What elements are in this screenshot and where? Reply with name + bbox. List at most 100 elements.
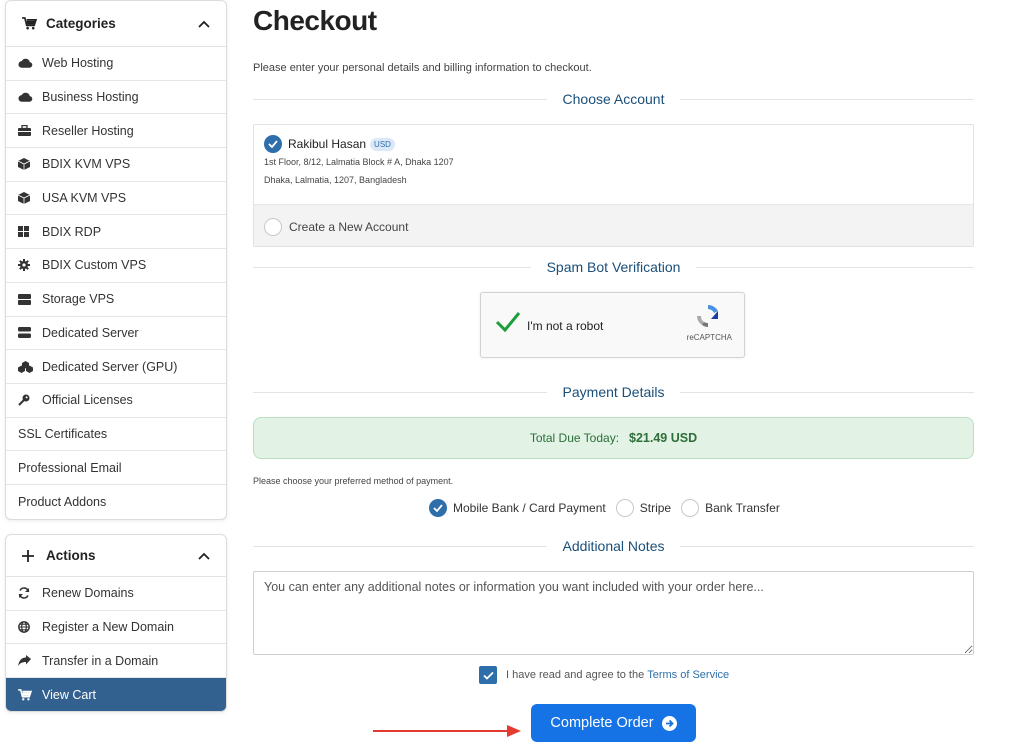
cube-icon: [18, 158, 38, 171]
additional-notes-input[interactable]: [253, 571, 974, 655]
tos-agreement: I have read and agree to the Terms of Se…: [479, 666, 729, 684]
actions-header[interactable]: Actions: [6, 535, 226, 577]
radio-unselected-icon[interactable]: [264, 217, 282, 236]
actions-panel: Actions Renew Domains Register a New Doma…: [5, 534, 227, 712]
tos-link[interactable]: Terms of Service: [647, 669, 729, 681]
payment-option-mobile-bank[interactable]: Mobile Bank / Card Payment: [429, 499, 606, 517]
cloud-icon: [18, 58, 38, 69]
sidebar-item-ssl-certificates[interactable]: SSL Certificates: [6, 418, 226, 452]
sidebar-item-label: SSL Certificates: [18, 426, 108, 441]
sidebar-item-label: Transfer in a Domain: [42, 653, 159, 668]
complete-order-label: Complete Order: [550, 715, 654, 731]
sidebar-item-dedicated-server-gpu[interactable]: Dedicated Server (GPU): [6, 350, 226, 384]
account-address-line2: Dhaka, Lalmatia, 1207, Bangladesh: [264, 175, 407, 185]
payment-option-label: Bank Transfer: [705, 501, 780, 515]
account-address-line1: 1st Floor, 8/12, Lalmatia Block # A, Dha…: [264, 157, 454, 167]
section-payment-details: Payment Details: [253, 382, 974, 402]
currency-badge: USD: [370, 137, 395, 151]
sidebar-item-label: Renew Domains: [42, 586, 134, 601]
cubes-icon: [18, 360, 38, 373]
sidebar-item-label: BDIX RDP: [42, 224, 102, 239]
recaptcha-widget[interactable]: I'm not a robot reCAPTCHA: [480, 292, 745, 358]
sidebar-item-usa-kvm-vps[interactable]: USA KVM VPS: [6, 182, 226, 216]
account-option-new[interactable]: Create a New Account: [254, 204, 973, 246]
sidebar-item-web-hosting[interactable]: Web Hosting: [6, 47, 226, 81]
sidebar-item-label: Official Licenses: [42, 393, 133, 408]
total-due-amount: $21.49 USD: [629, 431, 698, 445]
sidebar-item-label: Business Hosting: [42, 90, 139, 105]
tos-checkbox[interactable]: [479, 666, 497, 684]
radio-selected-icon[interactable]: [429, 499, 447, 517]
chevron-up-icon[interactable]: [198, 549, 210, 563]
categories-title: Categories: [46, 16, 116, 31]
sidebar-item-view-cart[interactable]: View Cart: [6, 678, 226, 711]
radio-unselected-icon[interactable]: [681, 499, 700, 517]
sidebar-item-bdix-kvm-vps[interactable]: BDIX KVM VPS: [6, 148, 226, 182]
sidebar-item-label: View Cart: [42, 687, 96, 702]
actions-title: Actions: [46, 548, 96, 563]
categories-panel: Categories Web Hosting Business Hosting Re…: [5, 0, 227, 520]
payment-option-label: Mobile Bank / Card Payment: [453, 501, 606, 515]
payment-option-label: Stripe: [639, 501, 672, 515]
radio-selected-icon[interactable]: [264, 135, 282, 153]
sidebar-item-label: Dedicated Server (GPU): [42, 359, 178, 374]
globe-icon: [18, 621, 38, 633]
sidebar-item-business-hosting[interactable]: Business Hosting: [6, 81, 226, 115]
total-due-banner: Total Due Today: $21.49 USD: [253, 417, 974, 459]
captcha-label: I'm not a robot: [527, 319, 604, 333]
sidebar-item-transfer-in-a-domain[interactable]: Transfer in a Domain: [6, 644, 226, 679]
radio-unselected-icon[interactable]: [615, 499, 634, 517]
sidebar-item-storage-vps[interactable]: Storage VPS: [6, 283, 226, 317]
sidebar-item-label: Professional Email: [18, 460, 122, 475]
sidebar-item-product-addons[interactable]: Product Addons: [6, 485, 226, 519]
windows-icon: [18, 226, 38, 238]
chevron-up-icon[interactable]: [198, 17, 210, 31]
sidebar-item-renew-domains[interactable]: Renew Domains: [6, 577, 226, 611]
account-chooser: Rakibul Hasan USD 1st Floor, 8/12, Lalma…: [253, 124, 974, 247]
sidebar-item-label: Storage VPS: [42, 292, 115, 307]
sidebar-item-label: Register a New Domain: [42, 620, 174, 635]
cube-icon: [18, 192, 38, 205]
cloud-icon: [18, 92, 38, 103]
payment-method-note: Please choose your preferred method of p…: [253, 476, 454, 486]
sidebar-item-reseller-hosting[interactable]: Reseller Hosting: [6, 114, 226, 149]
recaptcha-logo-icon: [694, 302, 722, 335]
payment-method-options: Mobile Bank / Card Payment Stripe Bank T…: [429, 499, 790, 517]
sidebar-item-label: BDIX Custom VPS: [42, 258, 147, 273]
red-pointer-arrow-icon: [373, 725, 521, 737]
arrow-right-circle-icon: [661, 715, 677, 731]
sidebar-item-label: USA KVM VPS: [42, 191, 127, 206]
total-due-label: Total Due Today:: [529, 431, 620, 445]
hdd-icon: [18, 327, 38, 339]
key-icon: [18, 394, 38, 406]
sidebar-item-label: Dedicated Server: [42, 325, 139, 340]
page-title: Checkout: [253, 5, 377, 36]
sidebar-item-bdix-rdp[interactable]: BDIX RDP: [6, 215, 226, 250]
complete-order-button[interactable]: Complete Order: [531, 704, 696, 742]
sidebar-item-label: Product Addons: [18, 494, 107, 509]
server-icon: [18, 293, 38, 305]
briefcase-icon: [18, 125, 38, 137]
payment-option-bank-transfer[interactable]: Bank Transfer: [681, 499, 780, 517]
sidebar-item-register-a-new-domain[interactable]: Register a New Domain: [6, 611, 226, 645]
new-account-label: Create a New Account: [289, 219, 409, 234]
plus-icon: [22, 549, 40, 562]
share-icon: [18, 655, 38, 667]
sidebar-item-official-licenses[interactable]: Official Licenses: [6, 384, 226, 418]
sidebar-item-dedicated-server[interactable]: Dedicated Server: [6, 317, 226, 351]
categories-header[interactable]: Categories: [6, 1, 226, 47]
account-option-existing[interactable]: Rakibul Hasan USD 1st Floor, 8/12, Lalma…: [254, 125, 973, 204]
account-name: Rakibul Hasan: [288, 137, 367, 151]
checkmark-icon[interactable]: [495, 311, 521, 338]
cart-icon: [22, 17, 40, 30]
captcha-brand: reCAPTCHA: [686, 333, 732, 342]
sync-icon: [18, 587, 38, 600]
tos-text: I have read and agree to the: [506, 669, 645, 681]
payment-option-stripe[interactable]: Stripe: [615, 499, 672, 517]
sidebar-item-professional-email[interactable]: Professional Email: [6, 451, 226, 485]
sidebar-item-label: BDIX KVM VPS: [42, 157, 131, 172]
intro-text: Please enter your personal details and b…: [253, 62, 592, 74]
sidebar-item-label: Web Hosting: [42, 56, 114, 71]
sidebar-item-bdix-custom-vps[interactable]: BDIX Custom VPS: [6, 249, 226, 283]
gear-icon: [18, 259, 38, 272]
